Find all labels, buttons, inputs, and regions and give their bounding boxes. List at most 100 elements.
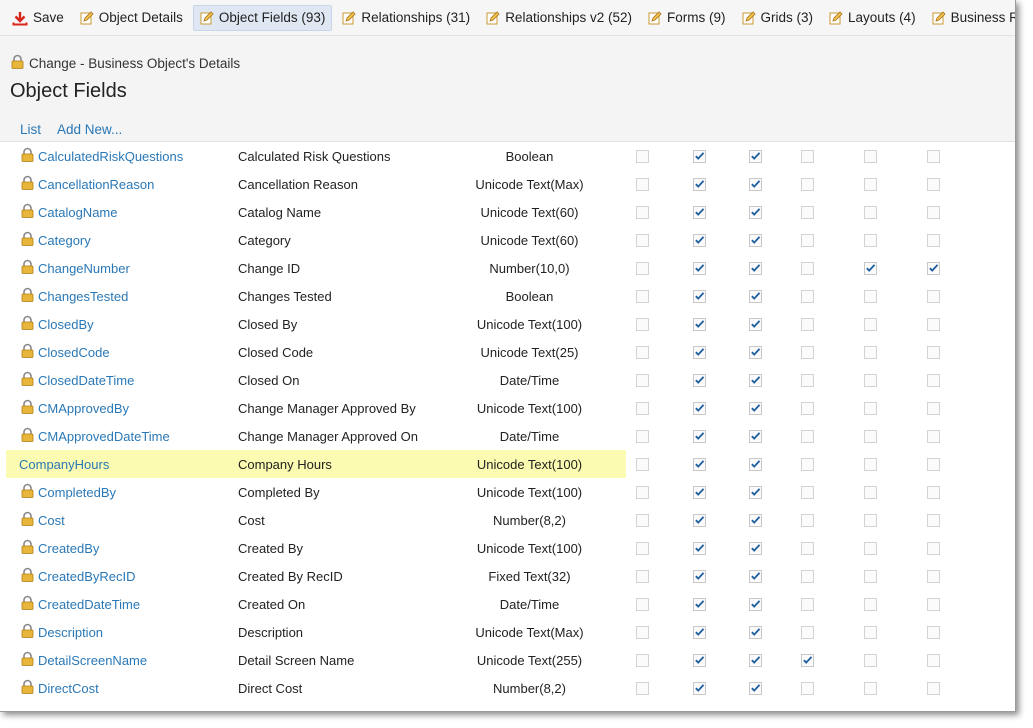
checkbox-col-6[interactable] — [927, 597, 940, 611]
field-name-link[interactable]: CancellationReason — [20, 175, 154, 193]
checkbox-col-3[interactable] — [749, 149, 762, 163]
checkbox-col-4[interactable] — [801, 429, 814, 443]
field-name-link[interactable]: CompletedBy — [20, 483, 116, 501]
checkbox-col-5[interactable] — [864, 289, 877, 303]
field-name-link[interactable]: Description — [20, 623, 103, 641]
checkbox-col-5[interactable] — [864, 149, 877, 163]
checkbox-col-6[interactable] — [927, 513, 940, 527]
checkbox-col-2[interactable] — [693, 597, 706, 611]
field-name-link[interactable]: ClosedBy — [20, 315, 94, 333]
checkbox-col-2[interactable] — [693, 681, 706, 695]
field-name-link[interactable]: CMApprovedBy — [20, 399, 129, 417]
checkbox-col-4[interactable] — [801, 457, 814, 471]
checkbox-col-5[interactable] — [864, 597, 877, 611]
checkbox-col-5[interactable] — [864, 541, 877, 555]
checkbox-col-3[interactable] — [749, 317, 762, 331]
checkbox-col-1[interactable] — [636, 205, 649, 219]
checkbox-col-3[interactable] — [749, 485, 762, 499]
table-row[interactable]: Category Category Unicode Text(60) — [0, 226, 1015, 254]
checkbox-col-3[interactable] — [749, 233, 762, 247]
field-name-link[interactable]: CMApprovedDateTime — [20, 427, 170, 445]
checkbox-col-2[interactable] — [693, 569, 706, 583]
checkbox-col-2[interactable] — [693, 429, 706, 443]
checkbox-col-5[interactable] — [864, 401, 877, 415]
checkbox-col-1[interactable] — [636, 457, 649, 471]
checkbox-col-3[interactable] — [749, 513, 762, 527]
table-row[interactable]: Description Description Unicode Text(Max) — [0, 618, 1015, 646]
table-row[interactable]: CMApprovedDateTime Change Manager Approve… — [0, 422, 1015, 450]
checkbox-col-1[interactable] — [636, 625, 649, 639]
checkbox-col-1[interactable] — [636, 177, 649, 191]
checkbox-col-6[interactable] — [927, 345, 940, 359]
checkbox-col-2[interactable] — [693, 513, 706, 527]
checkbox-col-1[interactable] — [636, 429, 649, 443]
checkbox-col-5[interactable] — [864, 569, 877, 583]
checkbox-col-6[interactable] — [927, 681, 940, 695]
checkbox-col-3[interactable] — [749, 345, 762, 359]
checkbox-col-4[interactable] — [801, 317, 814, 331]
checkbox-col-2[interactable] — [693, 261, 706, 275]
table-row[interactable]: CreatedBy Created By Unicode Text(100) — [0, 534, 1015, 562]
checkbox-col-6[interactable] — [927, 569, 940, 583]
field-name-link[interactable]: ChangesTested — [20, 287, 128, 305]
field-name-link[interactable]: ChangeNumber — [20, 259, 130, 277]
checkbox-col-6[interactable] — [927, 149, 940, 163]
checkbox-col-6[interactable] — [927, 457, 940, 471]
checkbox-col-2[interactable] — [693, 205, 706, 219]
checkbox-col-4[interactable] — [801, 289, 814, 303]
checkbox-col-1[interactable] — [636, 597, 649, 611]
checkbox-col-4[interactable] — [801, 485, 814, 499]
checkbox-col-3[interactable] — [749, 457, 762, 471]
checkbox-col-5[interactable] — [864, 177, 877, 191]
checkbox-col-1[interactable] — [636, 653, 649, 667]
add-new-link[interactable]: Add New... — [57, 122, 122, 137]
checkbox-col-3[interactable] — [749, 681, 762, 695]
checkbox-col-4[interactable] — [801, 205, 814, 219]
checkbox-col-3[interactable] — [749, 401, 762, 415]
checkbox-col-4[interactable] — [801, 597, 814, 611]
checkbox-col-6[interactable] — [927, 625, 940, 639]
checkbox-col-1[interactable] — [636, 569, 649, 583]
checkbox-col-1[interactable] — [636, 513, 649, 527]
checkbox-col-6[interactable] — [927, 429, 940, 443]
table-row[interactable]: CompanyHours Company Hours Unicode Text(10… — [0, 450, 1015, 478]
toolbar-item-object-details[interactable]: Object Details — [74, 5, 189, 31]
checkbox-col-6[interactable] — [927, 205, 940, 219]
checkbox-col-3[interactable] — [749, 373, 762, 387]
checkbox-col-6[interactable] — [927, 233, 940, 247]
checkbox-col-2[interactable] — [693, 233, 706, 247]
checkbox-col-5[interactable] — [864, 261, 877, 275]
toolbar-item-business-rul[interactable]: Business Rul — [926, 5, 1015, 31]
checkbox-col-5[interactable] — [864, 317, 877, 331]
checkbox-col-5[interactable] — [864, 457, 877, 471]
toolbar-item-relationships-v2-52[interactable]: Relationships v2 (52) — [480, 5, 638, 31]
checkbox-col-2[interactable] — [693, 345, 706, 359]
checkbox-col-4[interactable] — [801, 233, 814, 247]
field-name-link[interactable]: DirectCost — [20, 679, 99, 697]
checkbox-col-3[interactable] — [749, 597, 762, 611]
checkbox-col-2[interactable] — [693, 289, 706, 303]
checkbox-col-1[interactable] — [636, 149, 649, 163]
checkbox-col-4[interactable] — [801, 401, 814, 415]
checkbox-col-3[interactable] — [749, 429, 762, 443]
checkbox-col-3[interactable] — [749, 625, 762, 639]
checkbox-col-4[interactable] — [801, 625, 814, 639]
checkbox-col-2[interactable] — [693, 541, 706, 555]
field-name-link[interactable]: ClosedDateTime — [20, 371, 134, 389]
checkbox-col-4[interactable] — [801, 345, 814, 359]
checkbox-col-1[interactable] — [636, 233, 649, 247]
checkbox-col-2[interactable] — [693, 401, 706, 415]
checkbox-col-3[interactable] — [749, 205, 762, 219]
checkbox-col-1[interactable] — [636, 345, 649, 359]
checkbox-col-6[interactable] — [927, 317, 940, 331]
field-name-link[interactable]: DetailScreenName — [20, 651, 147, 669]
checkbox-col-6[interactable] — [927, 177, 940, 191]
checkbox-col-6[interactable] — [927, 401, 940, 415]
field-name-link[interactable]: CompanyHours — [19, 457, 109, 472]
field-name-link[interactable]: CreatedDateTime — [20, 595, 140, 613]
checkbox-col-4[interactable] — [801, 653, 814, 667]
checkbox-col-2[interactable] — [693, 457, 706, 471]
checkbox-col-5[interactable] — [864, 681, 877, 695]
checkbox-col-1[interactable] — [636, 485, 649, 499]
checkbox-col-1[interactable] — [636, 289, 649, 303]
